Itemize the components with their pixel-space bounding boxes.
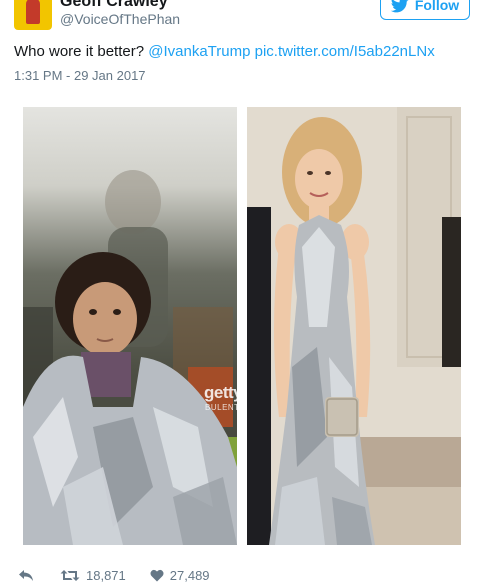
photo-child-in-blanket[interactable]: getty BULENT — [23, 107, 237, 545]
tweet-actions: 18,871 27,489 — [18, 566, 210, 584]
photographer-credit: BULENT — [205, 403, 237, 412]
author-handle[interactable]: @VoiceOfThePhan — [60, 11, 180, 27]
like-count: 27,489 — [169, 567, 210, 583]
retweet-button[interactable]: 18,871 — [60, 568, 126, 583]
tweet-text: Who wore it better? @IvankaTrump pic.twi… — [14, 43, 435, 61]
reply-icon — [18, 569, 34, 582]
tweet-card: Geoff Crawley @VoiceOfThePhan Follow Who… — [0, 0, 478, 586]
heart-icon — [150, 569, 164, 582]
avatar-figure — [26, 0, 40, 24]
twitter-bird-icon — [390, 0, 409, 13]
dress-photo-illustration — [247, 107, 461, 545]
pic-link[interactable]: pic.twitter.com/I5ab22nLNx — [255, 43, 435, 60]
like-button[interactable]: 27,489 — [150, 568, 210, 583]
retweet-icon — [60, 569, 80, 582]
tweet-media: getty BULENT — [0, 100, 478, 548]
follow-label: Follow — [414, 0, 460, 13]
retweet-count: 18,871 — [86, 567, 126, 583]
tweet-timestamp[interactable]: 1:31 PM - 29 Jan 2017 — [14, 68, 146, 83]
author-avatar[interactable] — [14, 0, 52, 30]
child-photo-illustration — [23, 170, 237, 545]
reply-button[interactable] — [18, 569, 34, 582]
mention-link[interactable]: @IvankaTrump — [148, 43, 250, 60]
photo-woman-in-silver-dress[interactable] — [247, 107, 461, 545]
tweet-text-plain: Who wore it better? — [14, 43, 149, 60]
getty-watermark: getty — [204, 383, 237, 402]
author-name[interactable]: Geoff Crawley — [60, 0, 168, 11]
follow-button[interactable]: Follow — [380, 0, 470, 20]
